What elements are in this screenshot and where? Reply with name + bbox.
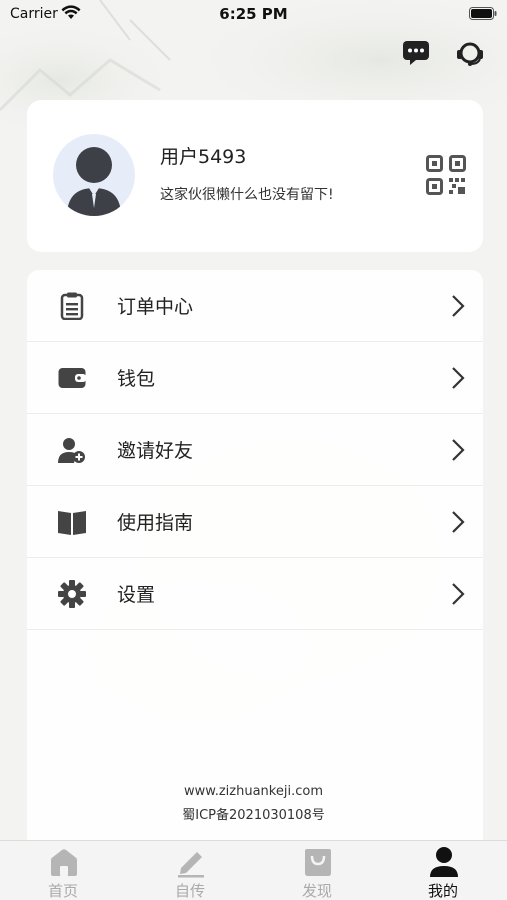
- tab-label: 发现: [301, 882, 332, 900]
- header-actions: [401, 38, 485, 68]
- chevron-right-icon: [452, 583, 465, 605]
- tab-home[interactable]: 首页: [0, 841, 126, 900]
- chevron-right-icon: [452, 511, 465, 533]
- menu-item-user-guide[interactable]: 使用指南: [27, 486, 483, 558]
- tab-mine[interactable]: 我的: [380, 841, 506, 900]
- user-icon: [430, 847, 458, 877]
- avatar[interactable]: [53, 134, 135, 216]
- status-bar: Carrier 6:25 PM: [0, 0, 507, 30]
- gear-icon: [57, 579, 87, 609]
- chevron-right-icon: [452, 367, 465, 389]
- message-icon[interactable]: [401, 38, 431, 68]
- tab-autobiography[interactable]: 自传: [127, 841, 253, 900]
- add-user-icon: [57, 435, 87, 465]
- menu-item-settings[interactable]: 设置: [27, 558, 483, 630]
- menu-item-invite-friends[interactable]: 邀请好友: [27, 414, 483, 486]
- tab-label: 自传: [174, 882, 205, 900]
- icp-registration[interactable]: 蜀ICP备2021030108号: [0, 804, 507, 823]
- user-bio: 这家伙很懒什么也没有留下!: [160, 187, 334, 203]
- shopping-bag-icon: [305, 849, 331, 876]
- website-link[interactable]: www.zizhuankeji.com: [0, 784, 507, 799]
- menu-item-label: 钱包: [117, 368, 156, 390]
- menu-list: 订单中心 钱包 邀请好友 使用指南 设置: [27, 270, 483, 850]
- username: 用户5493: [160, 146, 247, 168]
- menu-item-label: 邀请好友: [117, 440, 194, 462]
- menu-item-label: 使用指南: [117, 512, 194, 534]
- qr-code-icon[interactable]: [426, 155, 466, 195]
- menu-item-orders[interactable]: 订单中心: [27, 270, 483, 342]
- tab-discover[interactable]: 发现: [254, 841, 380, 900]
- menu-item-label: 设置: [117, 584, 156, 606]
- tab-bar: 首页 自传 发现 我的: [0, 840, 507, 900]
- book-icon: [57, 507, 87, 537]
- chevron-right-icon: [452, 295, 465, 317]
- profile-card[interactable]: 用户5493 这家伙很懒什么也没有留下!: [27, 100, 483, 252]
- battery-icon: [469, 7, 497, 20]
- pen-icon: [178, 852, 204, 878]
- wallet-icon: [57, 363, 87, 393]
- customer-service-icon[interactable]: [455, 38, 485, 68]
- tab-label: 我的: [427, 882, 458, 900]
- menu-item-label: 订单中心: [117, 296, 194, 318]
- clipboard-icon: [57, 291, 87, 321]
- status-time: 6:25 PM: [219, 5, 288, 23]
- chevron-right-icon: [452, 439, 465, 461]
- home-icon: [51, 849, 77, 876]
- tab-label: 首页: [47, 882, 78, 900]
- menu-item-wallet[interactable]: 钱包: [27, 342, 483, 414]
